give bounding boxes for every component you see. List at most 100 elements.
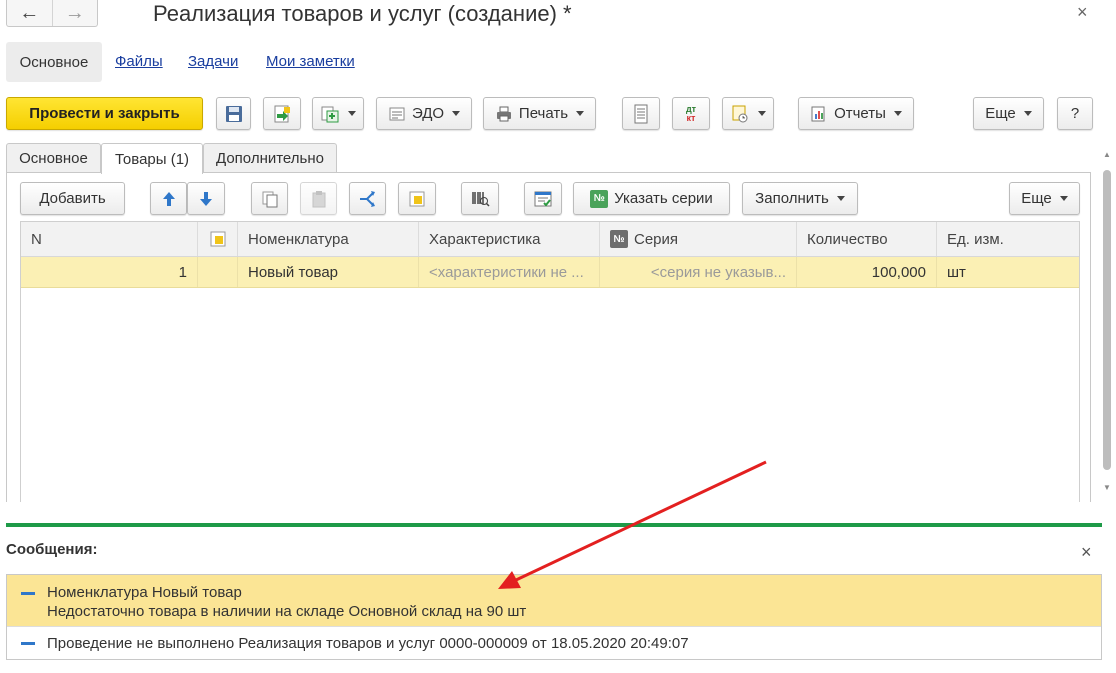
reports-label: Отчеты xyxy=(834,105,886,122)
move-up-button[interactable] xyxy=(150,182,187,215)
more-label: Еще xyxy=(985,105,1016,122)
back-button[interactable]: ← xyxy=(7,0,52,26)
create-based-on-icon xyxy=(321,106,339,122)
close-messages-icon[interactable]: × xyxy=(1081,542,1092,563)
message-line: Недостаточно товара в наличии на складе … xyxy=(47,603,527,620)
dropdown-caret-icon xyxy=(758,111,766,116)
print-button[interactable]: Печать xyxy=(483,97,596,130)
messages-list: Номенклатура Новый товар Недостаточно то… xyxy=(6,574,1102,660)
section-link-tasks[interactable]: Задачи xyxy=(188,53,238,70)
column-header-n[interactable]: N xyxy=(21,222,198,256)
document-structure-icon xyxy=(732,105,748,122)
move-down-button[interactable] xyxy=(187,182,225,215)
printer-icon xyxy=(496,106,511,121)
cell-quantity[interactable]: 100,000 xyxy=(797,257,937,287)
section-main[interactable]: Основное xyxy=(6,42,102,82)
tab-goods[interactable]: Товары (1) xyxy=(101,143,203,174)
message-line: Номенклатура Новый товар xyxy=(47,584,242,601)
messages-title: Сообщения: xyxy=(6,541,98,558)
message-item[interactable]: Номенклатура Новый товар Недостаточно то… xyxy=(7,575,1101,627)
cell-n[interactable]: 1 xyxy=(21,257,198,287)
scrollbar-thumb[interactable] xyxy=(1103,170,1111,470)
dropdown-caret-icon xyxy=(836,196,845,201)
goods-table: N Номенклатура Характеристика № Серия Ко… xyxy=(20,221,1080,502)
post-document-icon xyxy=(274,105,290,122)
more-button[interactable]: Еще xyxy=(973,97,1044,130)
copy-icon xyxy=(262,191,277,207)
barcode-search-button[interactable] xyxy=(461,182,499,215)
copy-row-button[interactable] xyxy=(251,182,288,215)
selection-yellow-icon xyxy=(210,231,225,247)
add-row-button[interactable]: Добавить xyxy=(20,182,125,215)
dropdown-caret-icon xyxy=(348,111,356,116)
help-button[interactable]: ? xyxy=(1057,97,1093,130)
dropdown-caret-icon xyxy=(1059,196,1068,201)
column-header-flag[interactable] xyxy=(198,222,238,256)
save-button[interactable] xyxy=(216,97,251,130)
forward-arrow-icon: → xyxy=(64,1,85,24)
message-item[interactable]: Проведение не выполнено Реализация товар… xyxy=(7,627,1101,660)
message-line: Проведение не выполнено Реализация товар… xyxy=(47,635,689,652)
forward-button[interactable]: → xyxy=(51,0,98,26)
section-link-files[interactable]: Файлы xyxy=(115,53,163,70)
dt-kt-icon: дт кт xyxy=(686,104,696,123)
cell-item[interactable]: Новый товар xyxy=(238,257,419,287)
table-more-label: Еще xyxy=(1021,190,1052,207)
edo-exchange-icon xyxy=(389,107,405,120)
scroll-up-icon[interactable]: ▲ xyxy=(1103,150,1111,159)
column-header-item[interactable]: Номенклатура xyxy=(238,222,419,256)
arrow-down-icon xyxy=(200,191,212,206)
post-and-close-label: Провести и закрыть xyxy=(29,105,180,122)
dropdown-caret-icon xyxy=(452,111,461,116)
dropdown-caret-icon xyxy=(893,111,902,116)
column-header-unit[interactable]: Ед. изм. xyxy=(937,222,1079,256)
create-based-on-button[interactable] xyxy=(312,97,364,130)
add-row-label: Добавить xyxy=(39,190,106,207)
tab-additional[interactable]: Дополнительно xyxy=(203,143,337,173)
back-arrow-icon: ← xyxy=(19,1,40,24)
reports-icon xyxy=(811,106,825,121)
help-label: ? xyxy=(1070,105,1080,122)
series-number-icon: № xyxy=(610,230,628,248)
message-dash-icon xyxy=(21,592,35,595)
navigation-buttons: ← → xyxy=(6,0,98,27)
pick-items-button[interactable] xyxy=(524,182,562,215)
kt-label: кт xyxy=(686,112,696,123)
section-link-notes[interactable]: Мои заметки xyxy=(266,53,355,70)
split-line-button[interactable] xyxy=(349,182,386,215)
edo-button[interactable]: ЭДО xyxy=(376,97,472,130)
dt-kt-button[interactable]: дт кт xyxy=(672,97,710,130)
dropdown-caret-icon xyxy=(576,111,585,116)
list-button[interactable] xyxy=(622,97,660,130)
post-and-close-button[interactable]: Провести и закрыть xyxy=(6,97,203,130)
cell-series[interactable]: <серия не указыв... xyxy=(600,257,797,287)
split-arrows-icon xyxy=(359,190,375,207)
specify-series-label: Указать серии xyxy=(614,190,713,207)
tab-main[interactable]: Основное xyxy=(6,143,101,173)
clipboard-icon xyxy=(312,190,325,207)
list-icon xyxy=(634,104,648,123)
cell-flag[interactable] xyxy=(198,257,238,287)
column-header-characteristic[interactable]: Характеристика xyxy=(419,222,600,256)
column-header-quantity[interactable]: Количество xyxy=(797,222,937,256)
cell-characteristic[interactable]: <характеристики не ... xyxy=(419,257,600,287)
specify-series-button[interactable]: № Указать серии xyxy=(573,182,730,215)
structure-button[interactable] xyxy=(722,97,774,130)
column-header-series[interactable]: № Серия xyxy=(600,222,797,256)
print-label: Печать xyxy=(518,105,569,122)
table-header: N Номенклатура Характеристика № Серия Ко… xyxy=(21,222,1079,257)
fill-button[interactable]: Заполнить xyxy=(742,182,858,215)
close-window-icon[interactable]: × xyxy=(1077,2,1088,23)
cell-unit[interactable]: шт xyxy=(937,257,1079,287)
window-title: Реализация товаров и услуг (создание) * xyxy=(153,1,572,26)
table-more-button[interactable]: Еще xyxy=(1009,182,1080,215)
selection-button[interactable] xyxy=(398,182,436,215)
table-row[interactable]: 1 Новый товар <характеристики не ... <се… xyxy=(21,257,1079,288)
dropdown-caret-icon xyxy=(1023,111,1032,116)
post-button[interactable] xyxy=(263,97,301,130)
series-header-label: Серия xyxy=(634,230,679,248)
paste-row-button[interactable] xyxy=(300,182,337,215)
pick-list-icon xyxy=(534,191,552,206)
reports-button[interactable]: Отчеты xyxy=(798,97,914,130)
scroll-down-icon[interactable]: ▼ xyxy=(1103,483,1111,492)
